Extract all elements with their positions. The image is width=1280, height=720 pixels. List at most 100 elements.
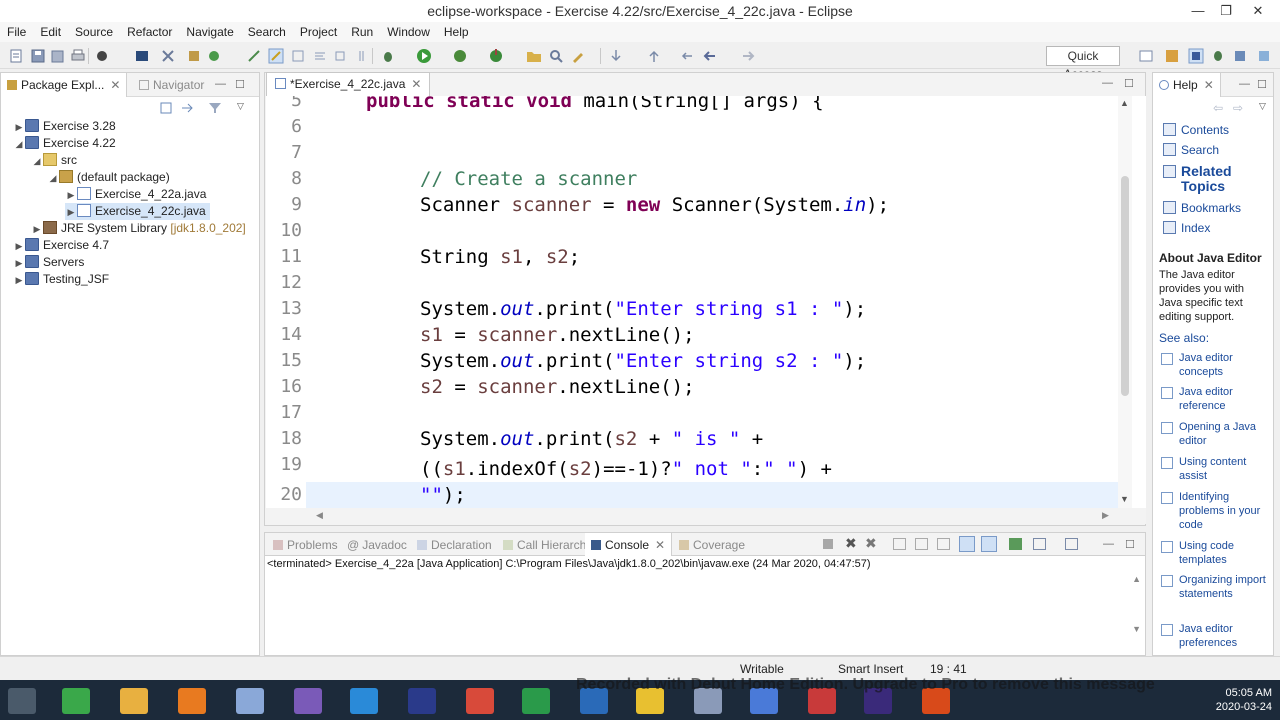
minimize-console-icon[interactable]: — <box>1103 538 1114 550</box>
restore-button[interactable]: ❐ <box>1212 0 1240 22</box>
tree-item-exercise-4-22c[interactable]: ▶ Exercise_4_22c.java <box>65 203 210 220</box>
menu-window[interactable]: Window <box>380 22 437 42</box>
remove-all-launches-icon[interactable]: ✖ <box>865 535 877 552</box>
back-icon[interactable] <box>702 48 718 64</box>
tree-item-exercise-3-28[interactable]: ▶ Exercise 3.28 <box>13 118 116 135</box>
editor-vertical-scrollbar[interactable]: ▲ ▼ <box>1118 96 1132 508</box>
minimize-view-icon[interactable]: — <box>215 78 226 90</box>
app-icon[interactable] <box>466 688 494 714</box>
next-annotation-icon[interactable] <box>608 48 624 64</box>
menu-source[interactable]: Source <box>68 22 120 42</box>
java-perspective-icon[interactable] <box>1188 48 1204 64</box>
pin-console-icon[interactable] <box>1009 538 1022 550</box>
menu-refactor[interactable]: Refactor <box>120 22 179 42</box>
plugin-perspective-icon[interactable] <box>1256 48 1272 64</box>
tree-item-src[interactable]: ◢ src <box>31 152 77 169</box>
new-java-project-icon[interactable] <box>186 48 202 64</box>
new-file-icon[interactable] <box>8 48 24 64</box>
display-console-icon[interactable] <box>1033 538 1046 550</box>
show-on-stderr-icon[interactable] <box>981 536 997 552</box>
tree-item-default-package[interactable]: ◢ (default package) <box>47 169 170 186</box>
help-sublink[interactable]: Identifying problems in your code <box>1179 490 1269 532</box>
paragraph-icon[interactable] <box>352 48 368 64</box>
maximize-console-icon[interactable]: ☐ <box>1125 538 1135 551</box>
prev-annotation-icon[interactable] <box>646 48 662 64</box>
editor-tab-exercise-4-22c[interactable]: *Exercise_4_22c.java ✕ <box>266 72 431 96</box>
maximize-help-icon[interactable]: ☐ <box>1257 78 1267 91</box>
help-menu-icon[interactable]: ▽ <box>1259 101 1266 112</box>
expand-icon[interactable]: ▶ <box>65 204 77 221</box>
word-wrap-console-icon[interactable] <box>937 538 950 550</box>
tree-item-jre-library[interactable]: ▶ JRE System Library [jdk1.8.0_202] <box>31 220 246 237</box>
help-link-search[interactable]: Search <box>1181 143 1219 157</box>
save-icon[interactable] <box>30 48 46 64</box>
help-sublink[interactable]: Java editor concepts <box>1179 351 1269 379</box>
help-sublink[interactable]: Using content assist <box>1179 455 1269 483</box>
close-editor-icon[interactable]: ✕ <box>411 77 421 91</box>
close-package-explorer-icon[interactable]: ✕ <box>110 78 120 92</box>
start-icon[interactable] <box>8 688 36 714</box>
terminate-icon[interactable] <box>823 539 833 549</box>
menu-navigate[interactable]: Navigate <box>179 22 240 42</box>
tab-coverage[interactable]: Coverage <box>673 533 751 557</box>
open-folder-icon[interactable] <box>526 48 542 64</box>
scroll-up-icon[interactable]: ▲ <box>1120 98 1129 108</box>
editor-horizontal-scrollbar[interactable]: ◀ ▶ <box>266 508 1146 524</box>
vlc-icon[interactable] <box>178 688 206 714</box>
menu-run[interactable]: Run <box>344 22 380 42</box>
help-link-bookmarks[interactable]: Bookmarks <box>1181 201 1241 215</box>
save-all-icon[interactable] <box>50 48 66 64</box>
clock[interactable]: 05:05 AM 2020-03-24 <box>1216 686 1272 714</box>
run-icon[interactable] <box>416 48 432 64</box>
expand-icon[interactable]: ▶ <box>13 272 25 289</box>
visual-studio-icon[interactable] <box>294 688 322 714</box>
tree-item-exercise-4-22[interactable]: ◢ Exercise 4.22 <box>13 135 116 152</box>
tab-javadoc[interactable]: @ Javadoc <box>341 533 413 557</box>
minimize-button[interactable]: — <box>1184 0 1212 22</box>
collapse-icon[interactable]: ◢ <box>13 136 25 153</box>
app-icon[interactable] <box>350 688 378 714</box>
help-back-icon[interactable]: ⇦ <box>1213 101 1223 115</box>
maximize-view-icon[interactable]: ☐ <box>235 78 245 91</box>
forward-icon[interactable] <box>740 48 756 64</box>
close-console-icon[interactable]: ✕ <box>655 538 665 552</box>
open-console-icon[interactable] <box>1065 538 1078 550</box>
help-link-contents[interactable]: Contents <box>1181 123 1229 137</box>
help-link-related-topics[interactable]: Related Topics <box>1181 164 1261 194</box>
help-link-index[interactable]: Index <box>1181 221 1210 235</box>
minimize-editor-icon[interactable]: — <box>1102 77 1113 89</box>
tab-declaration[interactable]: Declaration <box>411 533 498 557</box>
block-selection-icon[interactable] <box>290 48 306 64</box>
expand-icon[interactable]: ▶ <box>13 238 25 255</box>
menu-file[interactable]: File <box>0 22 33 42</box>
search-toolbar-icon[interactable] <box>548 48 564 64</box>
tab-navigator[interactable]: Navigator <box>133 73 210 97</box>
tab-problems[interactable]: Problems <box>267 533 344 557</box>
close-help-icon[interactable]: ✕ <box>1204 78 1214 92</box>
last-edit-icon[interactable] <box>680 48 696 64</box>
menu-edit[interactable]: Edit <box>33 22 68 42</box>
link-with-editor-icon[interactable] <box>179 101 195 115</box>
scroll-right-icon[interactable]: ▶ <box>1102 510 1109 521</box>
code-editor[interactable]: 5 6 7 8 9 10 11 12 13 14 15 16 17 18 19 … <box>266 96 1146 508</box>
help-forward-icon[interactable]: ⇨ <box>1233 101 1243 115</box>
editor-scroll-thumb[interactable] <box>1121 176 1129 396</box>
filter-icon[interactable] <box>207 101 223 115</box>
maximize-editor-icon[interactable]: ☐ <box>1124 77 1134 90</box>
terminal-icon[interactable] <box>134 48 150 64</box>
collapse-icon[interactable]: ◢ <box>47 170 59 187</box>
external-tools-icon[interactable] <box>488 48 504 64</box>
java-ee-perspective-icon[interactable] <box>1164 48 1180 64</box>
console-scroll-up-icon[interactable]: ▲ <box>1132 574 1141 584</box>
expand-icon[interactable]: ▶ <box>31 221 43 238</box>
app-icon[interactable] <box>522 688 550 714</box>
remove-launch-icon[interactable]: ✖ <box>845 535 857 552</box>
collapse-icon[interactable]: ◢ <box>31 153 43 170</box>
help-sublink[interactable]: Opening a Java editor <box>1179 420 1269 448</box>
scroll-lock-icon[interactable] <box>915 538 928 550</box>
tab-package-explorer[interactable]: Package Expl... ✕ <box>1 73 128 97</box>
console-scroll-down-icon[interactable]: ▼ <box>1132 624 1141 634</box>
pen-icon[interactable] <box>570 48 586 64</box>
menu-search[interactable]: Search <box>241 22 293 42</box>
show-whitespace-icon[interactable] <box>332 48 348 64</box>
